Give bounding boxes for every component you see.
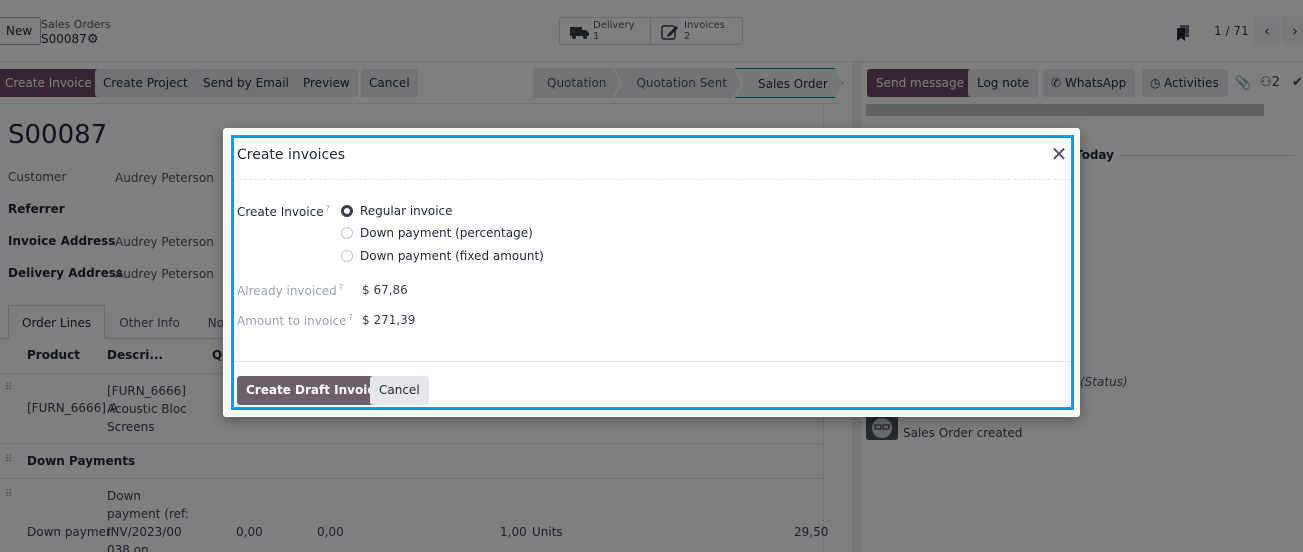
radio-label[interactable]: Down payment (fixed amount) — [360, 249, 544, 263]
help-icon[interactable]: ? — [339, 283, 343, 292]
radio-down-payment-fixed[interactable]: Down payment (fixed amount) — [341, 248, 544, 264]
dialog-title: Create invoices — [237, 147, 346, 163]
create-invoice-label: Create Invoice? — [237, 204, 330, 219]
already-invoiced-value: $ 67,86 — [362, 283, 408, 297]
amount-to-invoice-value: $ 271,39 — [362, 313, 416, 327]
dialog-footer-divider — [234, 361, 1071, 362]
radio-button[interactable] — [341, 205, 353, 217]
amount-to-invoice-label: Amount to invoice? — [237, 313, 353, 328]
help-icon[interactable]: ? — [349, 313, 353, 322]
create-invoice-label-text: Create Invoice — [237, 205, 324, 219]
radio-button[interactable] — [341, 250, 353, 262]
radio-regular-invoice[interactable]: Regular invoice — [341, 203, 453, 219]
already-invoiced-label: Already invoiced? — [237, 283, 343, 298]
radio-label[interactable]: Down payment (percentage) — [360, 226, 533, 240]
create-draft-invoice-button[interactable]: Create Draft Invoice — [237, 376, 392, 405]
radio-label[interactable]: Regular invoice — [360, 204, 453, 218]
close-icon[interactable]: ✕ — [1049, 144, 1069, 165]
help-icon[interactable]: ? — [326, 204, 330, 213]
radio-button[interactable] — [341, 227, 353, 239]
dialog-header-divider — [234, 179, 1071, 180]
radio-down-payment-percentage[interactable]: Down payment (percentage) — [341, 225, 533, 241]
dialog-cancel-button[interactable]: Cancel — [370, 376, 429, 405]
create-invoices-dialog — [223, 128, 1080, 417]
amount-to-invoice-label-text: Amount to invoice — [237, 314, 347, 328]
already-invoiced-label-text: Already invoiced — [237, 284, 337, 298]
